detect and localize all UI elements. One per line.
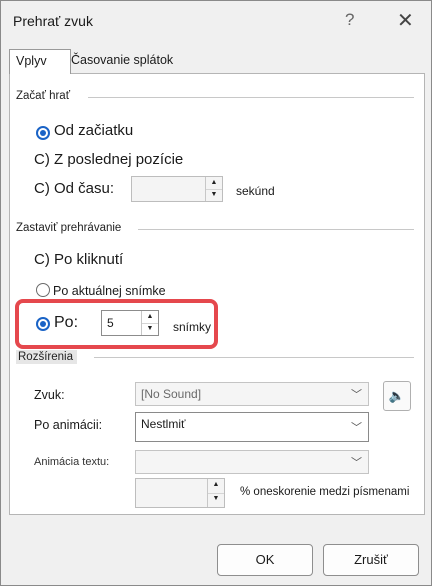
tab-timing[interactable]: Časovanie splátok	[65, 49, 189, 71]
chevron-down-icon[interactable]: ﹀	[351, 454, 362, 470]
cancel-button[interactable]: Zrušiť	[323, 544, 419, 576]
tab-panel: Začať hrať Od začiatku C) Z poslednej po…	[9, 73, 425, 515]
tab-effect[interactable]: Vplyv	[9, 49, 71, 74]
divider	[138, 229, 414, 230]
after-animation-label: Po animácii:	[34, 418, 103, 432]
time-unit: sekúnd	[236, 184, 275, 198]
option-after-current-slide-label: Po aktuálnej snímke	[53, 284, 166, 298]
help-icon[interactable]: ?	[345, 10, 354, 30]
after-animation-select[interactable]: Nestlmiť ﹀	[135, 412, 369, 442]
time-stepper-arrows[interactable]: ▲ ▼	[205, 177, 222, 201]
time-stepper[interactable]: ▲ ▼	[131, 176, 223, 202]
delay-unit: % oneskorenie medzi písmenami	[240, 486, 410, 498]
enhancements-heading: Rozšírenia	[16, 350, 77, 364]
delay-stepper[interactable]: ▲ ▼	[135, 478, 225, 508]
divider	[88, 97, 414, 98]
option-from-last-position[interactable]: C) Z poslednej pozície	[34, 151, 183, 168]
dialog-title: Prehrať zvuk	[13, 13, 93, 29]
option-from-time[interactable]: C) Od času:	[34, 180, 114, 197]
delay-stepper-arrows[interactable]: ▲ ▼	[207, 479, 224, 507]
start-heading: Začať hrať	[16, 90, 75, 102]
text-animation-label: Animácia textu:	[34, 456, 110, 468]
radio-after-current-slide[interactable]	[36, 283, 50, 297]
highlight-box	[15, 299, 218, 349]
divider	[94, 357, 414, 358]
sound-value: [No Sound]	[141, 387, 202, 401]
chevron-down-icon[interactable]: ▼	[206, 189, 222, 201]
chevron-up-icon[interactable]: ▲	[208, 479, 224, 494]
sound-label: Zvuk:	[34, 388, 65, 402]
chevron-down-icon[interactable]: ﹀	[351, 386, 362, 402]
ok-button[interactable]: OK	[217, 544, 313, 576]
option-on-click[interactable]: C) Po kliknutí	[34, 251, 123, 268]
text-animation-select[interactable]: ﹀	[135, 450, 369, 474]
stop-heading: Zastaviť prehrávanie	[16, 222, 126, 234]
after-animation-value: Nestlmiť	[141, 417, 186, 431]
speaker-icon[interactable]: 🔈	[383, 381, 411, 411]
close-icon[interactable]: ✕	[397, 8, 414, 33]
title-bar: Prehrať zvuk ? ✕	[1, 1, 431, 41]
chevron-down-icon[interactable]: ﹀	[351, 419, 362, 435]
option-from-beginning-label: Od začiatku	[54, 122, 134, 139]
radio-from-beginning[interactable]	[36, 126, 50, 140]
play-sound-dialog: Prehrať zvuk ? ✕ Vplyv Časovanie splátok…	[0, 0, 432, 586]
sound-select[interactable]: [No Sound] ﹀	[135, 382, 369, 406]
chevron-down-icon[interactable]: ▼	[208, 493, 224, 507]
